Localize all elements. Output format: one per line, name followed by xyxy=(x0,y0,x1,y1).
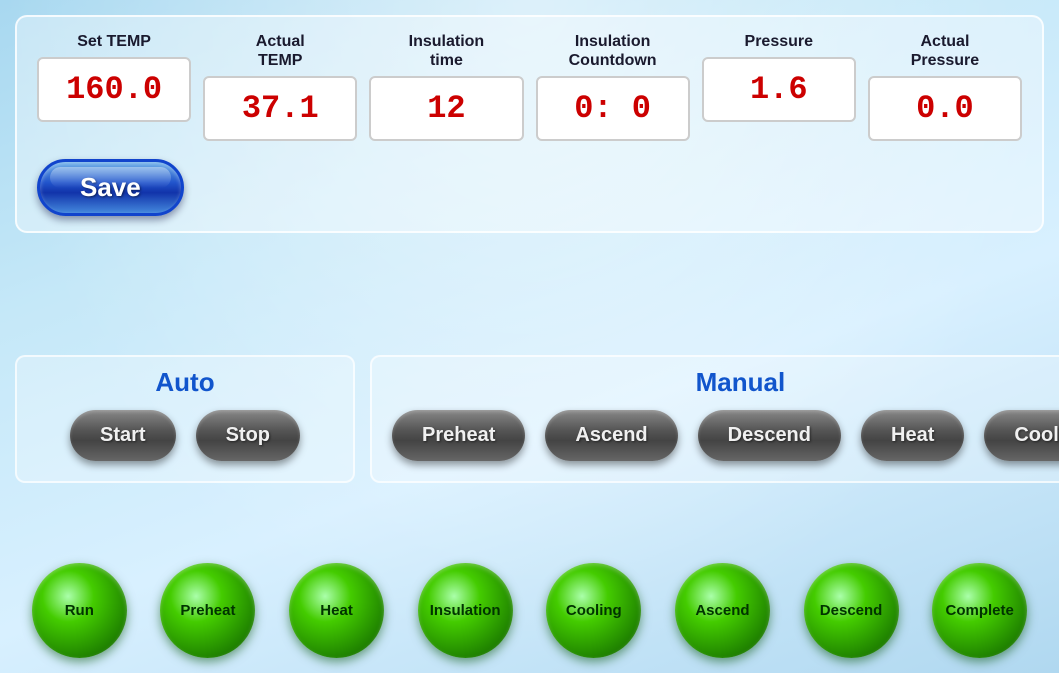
status-indicator-insulation-indicator: Insulation xyxy=(418,563,513,658)
field-label-set-temp: Set TEMP xyxy=(77,32,151,51)
field-value-actual-pressure[interactable]: 0.0 xyxy=(868,76,1022,141)
status-row: Run Preheat Heat Insulation Cooling Ascend Des… xyxy=(15,563,1044,658)
fields-row: Set TEMP160.0Actual TEMP37.1Insulation t… xyxy=(37,32,1022,141)
manual-panel-buttons: Preheat Ascend Descend Heat Cool xyxy=(392,410,1059,461)
descend-btn[interactable]: Descend xyxy=(698,410,841,461)
field-value-insulation-countdown[interactable]: 0: 0 xyxy=(536,76,690,141)
green-circle-heat-indicator[interactable]: Heat xyxy=(289,563,384,658)
green-circle-cooling-indicator[interactable]: Cooling xyxy=(546,563,641,658)
field-group-set-temp: Set TEMP 160.0 xyxy=(37,32,191,122)
green-circle-ascend-indicator[interactable]: Ascend xyxy=(675,563,770,658)
green-circle-preheat-indicator[interactable]: Preheat xyxy=(160,563,255,658)
cool-btn[interactable]: Cool xyxy=(984,410,1059,461)
top-panel: Set TEMP160.0Actual TEMP37.1Insulation t… xyxy=(15,15,1044,233)
field-value-set-temp[interactable]: 160.0 xyxy=(37,57,191,122)
field-label-actual-temp: Actual TEMP xyxy=(256,32,305,70)
field-group-actual-temp: Actual TEMP 37.1 xyxy=(203,32,357,141)
field-group-insulation-time: Insulation time 12 xyxy=(369,32,523,141)
manual-panel-title: Manual xyxy=(392,367,1059,398)
green-circle-run-indicator[interactable]: Run xyxy=(32,563,127,658)
green-circle-complete-indicator[interactable]: Complete xyxy=(932,563,1027,658)
field-value-insulation-time[interactable]: 12 xyxy=(369,76,523,141)
green-circle-insulation-indicator[interactable]: Insulation xyxy=(418,563,513,658)
field-group-pressure: Pressure 1.6 xyxy=(702,32,856,122)
field-label-insulation-countdown: Insulation Countdown xyxy=(569,32,657,70)
auto-panel-buttons: Start Stop xyxy=(37,410,333,461)
status-indicator-descend-indicator: Descend xyxy=(804,563,899,658)
stop-btn[interactable]: Stop xyxy=(196,410,300,461)
ascend-btn[interactable]: Ascend xyxy=(545,410,677,461)
field-label-actual-pressure: Actual Pressure xyxy=(911,32,980,70)
heat-btn[interactable]: Heat xyxy=(861,410,964,461)
status-indicator-complete-indicator: Complete xyxy=(932,563,1027,658)
green-circle-descend-indicator[interactable]: Descend xyxy=(804,563,899,658)
field-value-actual-temp[interactable]: 37.1 xyxy=(203,76,357,141)
field-group-actual-pressure: Actual Pressure 0.0 xyxy=(868,32,1022,141)
preheat-btn[interactable]: Preheat xyxy=(392,410,525,461)
status-indicator-run-indicator: Run xyxy=(32,563,127,658)
start-btn[interactable]: Start xyxy=(70,410,176,461)
field-value-pressure[interactable]: 1.6 xyxy=(702,57,856,122)
save-button[interactable]: Save xyxy=(37,159,184,216)
status-indicator-ascend-indicator: Ascend xyxy=(675,563,770,658)
auto-panel-title: Auto xyxy=(37,367,333,398)
manual-panel: Manual Preheat Ascend Descend Heat Cool xyxy=(370,355,1059,483)
status-indicator-heat-indicator: Heat xyxy=(289,563,384,658)
field-group-insulation-countdown: Insulation Countdown 0: 0 xyxy=(536,32,690,141)
status-indicator-preheat-indicator: Preheat xyxy=(160,563,255,658)
middle-section: Auto StartStop Manual PreheatAscendDesce… xyxy=(15,355,1044,483)
field-label-pressure: Pressure xyxy=(745,32,814,51)
field-label-insulation-time: Insulation time xyxy=(409,32,485,70)
auto-panel: Auto Start Stop xyxy=(15,355,355,483)
status-indicator-cooling-indicator: Cooling xyxy=(546,563,641,658)
